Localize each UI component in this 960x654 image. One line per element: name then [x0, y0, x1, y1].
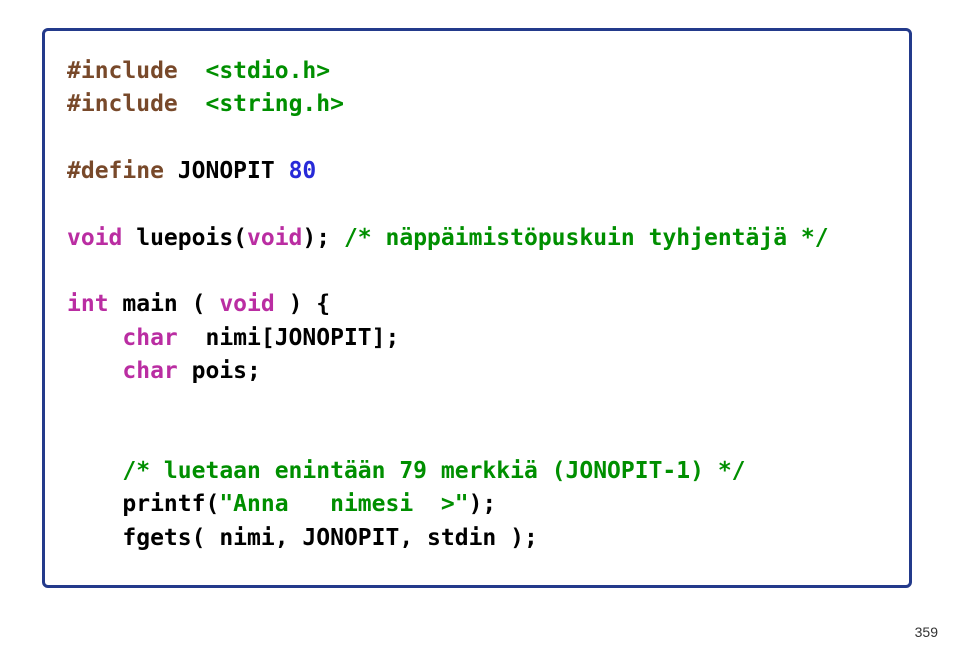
code-block: #include <stdio.h> #include <string.h> #…	[67, 55, 887, 555]
code-text: ) {	[275, 291, 330, 317]
comment: /* luetaan enintään 79 merkkiä (JONOPIT-…	[122, 458, 745, 484]
code-text	[67, 325, 122, 351]
comment: /* näppäimistöpuskuin tyhjentäjä */	[344, 225, 829, 251]
keyword: void	[67, 225, 122, 251]
code-text: );	[469, 491, 497, 517]
preprocessor: #define	[67, 158, 164, 184]
code-container: #include <stdio.h> #include <string.h> #…	[42, 28, 912, 588]
code-text	[67, 458, 122, 484]
code-text: fgets( nimi, JONOPIT, stdin );	[67, 525, 538, 551]
code-text	[67, 358, 122, 384]
code-text: main (	[109, 291, 220, 317]
code-text: JONOPIT	[164, 158, 289, 184]
include-header: <string.h>	[205, 91, 343, 117]
include-header: <stdio.h>	[205, 58, 330, 84]
keyword: void	[247, 225, 302, 251]
preprocessor: #include	[67, 91, 178, 117]
code-text: luepois(	[122, 225, 247, 251]
keyword: char	[122, 358, 177, 384]
string-literal: "Anna nimesi >"	[219, 491, 468, 517]
preprocessor: #include	[67, 58, 178, 84]
keyword: char	[122, 325, 177, 351]
code-text: );	[302, 225, 344, 251]
code-text: printf(	[67, 491, 219, 517]
code-text: pois;	[178, 358, 261, 384]
keyword: void	[219, 291, 274, 317]
page-number: 359	[915, 624, 938, 640]
number-literal: 80	[289, 158, 317, 184]
keyword: int	[67, 291, 109, 317]
code-text: nimi[JONOPIT];	[178, 325, 400, 351]
